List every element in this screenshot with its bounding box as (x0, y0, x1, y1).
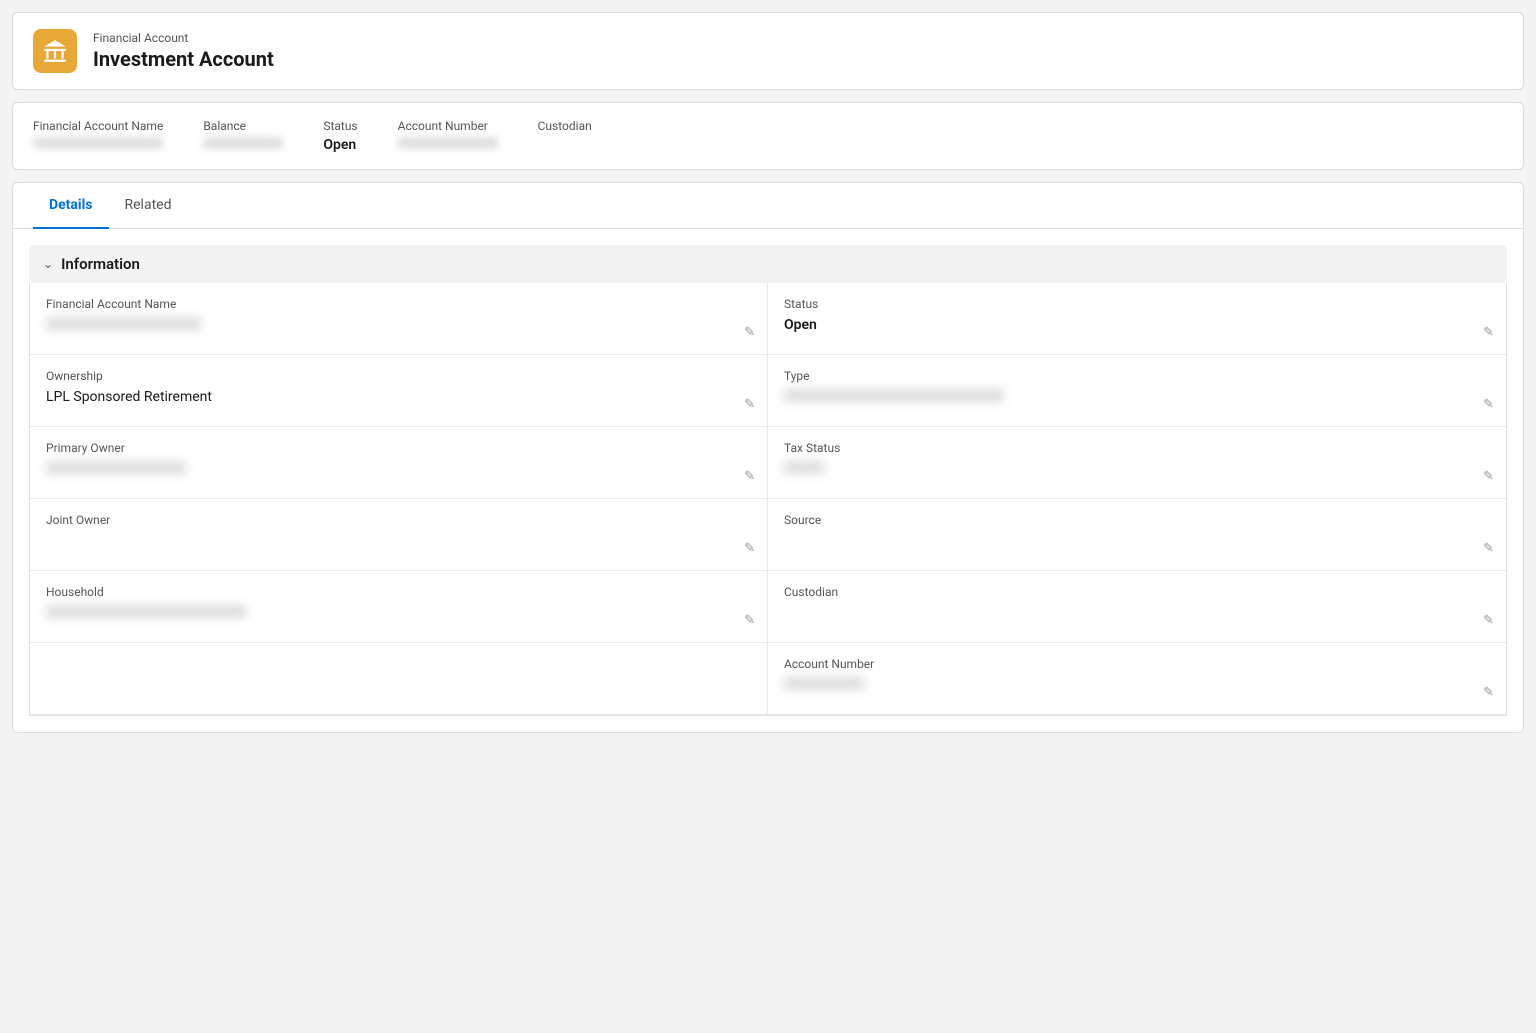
summary-value-name (33, 137, 163, 153)
field-account-number: Account Number ✎ (768, 643, 1506, 715)
label-ownership: Ownership (46, 369, 751, 383)
fields-grid: Financial Account Name ✎ Status Open ✎ O… (29, 283, 1507, 716)
summary-field-custodian: Custodian (538, 119, 592, 153)
header-title-group: Financial Account Investment Account (93, 31, 1503, 71)
field-custodian: Custodian ✎ (768, 571, 1506, 643)
edit-icon-joint-owner[interactable]: ✎ (744, 541, 755, 556)
value-financial-account-name (46, 317, 751, 334)
edit-icon-tax-status[interactable]: ✎ (1483, 469, 1494, 484)
summary-bar: Financial Account Name Balance Status Op… (12, 102, 1524, 170)
value-tax-status (784, 461, 1490, 478)
edit-icon-custodian[interactable]: ✎ (1483, 613, 1494, 628)
field-joint-owner: Joint Owner ✎ (30, 499, 768, 571)
label-type: Type (784, 369, 1490, 383)
field-ownership: Ownership LPL Sponsored Retirement ✎ (30, 355, 768, 427)
summary-field-balance: Balance (203, 119, 283, 153)
label-account-number: Account Number (784, 657, 1490, 671)
edit-icon-primary-owner[interactable]: ✎ (744, 469, 755, 484)
field-status: Status Open ✎ (768, 283, 1506, 355)
summary-field-status: Status Open (323, 119, 357, 153)
value-household (46, 605, 751, 622)
main-card: Details Related ⌄ Information Financial … (12, 182, 1524, 733)
label-joint-owner: Joint Owner (46, 513, 751, 527)
value-type (784, 389, 1490, 406)
field-source: Source ✎ (768, 499, 1506, 571)
label-tax-status: Tax Status (784, 441, 1490, 455)
summary-label-status: Status (323, 119, 357, 133)
label-custodian: Custodian (784, 585, 1490, 599)
field-financial-account-name: Financial Account Name ✎ (30, 283, 768, 355)
value-account-number (784, 677, 1490, 694)
edit-icon-financial-account-name[interactable]: ✎ (744, 325, 755, 340)
summary-label-balance: Balance (203, 119, 283, 133)
tab-details[interactable]: Details (33, 183, 109, 229)
edit-icon-type[interactable]: ✎ (1483, 397, 1494, 412)
tab-related[interactable]: Related (109, 183, 188, 229)
field-household: Household ✎ (30, 571, 768, 643)
summary-label-account-number: Account Number (398, 119, 498, 133)
label-primary-owner: Primary Owner (46, 441, 751, 455)
edit-icon-household[interactable]: ✎ (744, 613, 755, 628)
edit-icon-account-number[interactable]: ✎ (1483, 685, 1494, 700)
value-status: Open (784, 317, 1490, 333)
field-type: Type ✎ (768, 355, 1506, 427)
header-subtitle: Financial Account (93, 31, 1503, 45)
chevron-down-icon: ⌄ (43, 257, 53, 271)
summary-label-custodian: Custodian (538, 119, 592, 133)
edit-icon-ownership[interactable]: ✎ (744, 397, 755, 412)
tabs: Details Related (13, 183, 1523, 229)
summary-value-account-number (398, 137, 498, 153)
label-status: Status (784, 297, 1490, 311)
label-financial-account-name: Financial Account Name (46, 297, 751, 311)
section-header-information: ⌄ Information (29, 245, 1507, 283)
field-tax-status: Tax Status ✎ (768, 427, 1506, 499)
label-household: Household (46, 585, 751, 599)
header-title: Investment Account (93, 47, 1503, 71)
edit-icon-status[interactable]: ✎ (1483, 325, 1494, 340)
label-source: Source (784, 513, 1490, 527)
information-section: ⌄ Information Financial Account Name ✎ S… (29, 245, 1507, 716)
section-title: Information (61, 255, 140, 273)
summary-value-status: Open (323, 137, 357, 153)
summary-field-account-number: Account Number (398, 119, 498, 153)
edit-icon-source[interactable]: ✎ (1483, 541, 1494, 556)
summary-field-name: Financial Account Name (33, 119, 163, 153)
value-ownership: LPL Sponsored Retirement (46, 389, 751, 405)
header-card: Financial Account Investment Account (12, 12, 1524, 90)
summary-label-name: Financial Account Name (33, 119, 163, 133)
summary-value-balance (203, 137, 283, 153)
bank-icon (33, 29, 77, 73)
field-primary-owner: Primary Owner ✎ (30, 427, 768, 499)
field-empty-left (30, 643, 768, 715)
value-primary-owner (46, 461, 751, 478)
